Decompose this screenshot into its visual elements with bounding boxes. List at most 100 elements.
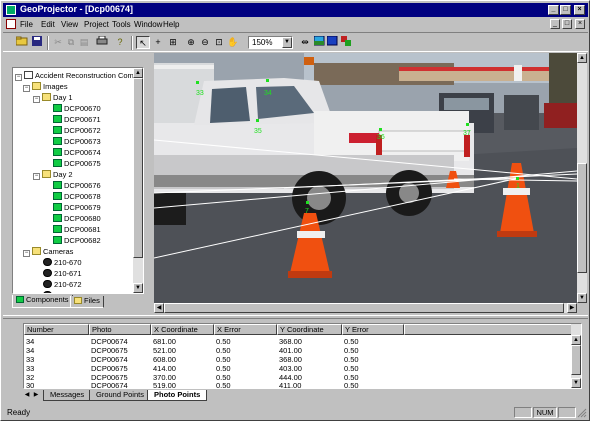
resize-grip-icon[interactable] — [577, 408, 587, 418]
zoom-select[interactable]: 150% ▼ — [248, 36, 293, 49]
tree-item-image[interactable]: DCP00671 — [53, 114, 101, 125]
crosshair-icon[interactable]: + — [151, 36, 165, 49]
tree-item-image[interactable]: DCP00676 — [53, 180, 101, 191]
tab-components[interactable]: Components — [12, 295, 73, 308]
scroll-down-icon[interactable]: ▼ — [577, 293, 587, 303]
tab-ground-points[interactable]: Ground Points — [89, 390, 151, 401]
minimize-button[interactable]: _ — [548, 5, 559, 15]
scroll-down-icon[interactable]: ▼ — [133, 283, 143, 293]
maximize-button[interactable]: □ — [560, 5, 571, 15]
column-header-photo[interactable]: Photo — [89, 324, 151, 335]
scroll-left-icon[interactable]: ◀ — [154, 303, 164, 313]
app-icon[interactable] — [6, 5, 16, 15]
menu-tools[interactable]: Tools — [112, 20, 131, 29]
tree-item-image[interactable]: DCP00678 — [53, 191, 101, 202]
tree-item-image[interactable]: DCP00672 — [53, 125, 101, 136]
scroll-thumb[interactable] — [133, 78, 143, 258]
tab-messages[interactable]: Messages — [43, 390, 92, 401]
collapse-icon[interactable]: − — [23, 250, 30, 257]
open-folder-icon[interactable] — [15, 36, 29, 49]
grid-icon[interactable]: ⊞ — [166, 36, 180, 49]
tree-item-image[interactable]: DCP00675 — [53, 158, 101, 169]
cut-icon[interactable]: ✂ — [51, 36, 65, 49]
tree-item-image[interactable]: DCP00679 — [53, 202, 101, 213]
table-row[interactable]: 33 DCP00674 608.00 0.50 368.00 0.50 — [24, 355, 570, 364]
doc-restore-button[interactable]: □ — [562, 19, 572, 29]
scroll-thumb[interactable] — [577, 163, 587, 273]
tab-photo-points[interactable]: Photo Points — [147, 390, 208, 401]
scroll-thumb[interactable] — [571, 345, 581, 375]
collapse-icon[interactable]: − — [23, 85, 30, 92]
image-window-icon[interactable] — [325, 35, 339, 49]
tab-files[interactable]: Files — [70, 296, 104, 308]
photo-horizontal-scrollbar[interactable]: ◀ ▶ — [154, 303, 577, 313]
menu-edit[interactable]: Edit — [41, 20, 55, 29]
tree-root[interactable]: − Accident Reconstruction Component — [15, 70, 143, 81]
scroll-right-icon[interactable]: ▶ — [567, 303, 577, 313]
tree-item-camera[interactable]: 210-672 — [43, 279, 82, 290]
photo-point-7-marker[interactable] — [306, 201, 309, 204]
tree-folder-day2[interactable]: − Day 2 — [33, 169, 73, 180]
menu-help[interactable]: Help — [163, 20, 179, 29]
scroll-thumb[interactable] — [164, 303, 564, 313]
pointer-icon[interactable]: ↖ — [136, 36, 150, 49]
tree-folder-day1[interactable]: − Day 1 — [33, 92, 73, 103]
close-button[interactable]: × — [574, 5, 585, 15]
accident-scene-photo[interactable]: 33 34 35 36 37 1 7 — [154, 53, 577, 303]
component-tree[interactable]: −Accident Reconstruction Component −Imag… — [12, 67, 144, 294]
photo-point-35-marker[interactable] — [256, 119, 259, 122]
scroll-up-icon[interactable]: ▲ — [577, 53, 587, 63]
paste-icon[interactable]: ▤ — [77, 36, 91, 49]
pane-splitter[interactable] — [3, 315, 588, 319]
doc-minimize-button[interactable]: _ — [550, 19, 560, 29]
zoom-in-icon[interactable]: ⊕ — [184, 36, 198, 49]
tree-item-image[interactable]: DCP00670 — [53, 103, 101, 114]
collapse-icon[interactable]: − — [33, 96, 40, 103]
menu-file[interactable]: File — [20, 20, 33, 29]
table-row[interactable]: 34 DCP00675 521.00 0.50 401.00 0.50 — [24, 346, 570, 355]
photo-viewer[interactable]: 33 34 35 36 37 1 7 — [154, 53, 577, 303]
menu-window[interactable]: Window — [134, 20, 162, 29]
table-row[interactable]: 30 DCP00674 519.00 0.50 411.00 0.50 — [24, 381, 570, 388]
photo-point-37-marker[interactable] — [466, 123, 469, 126]
scroll-down-icon[interactable]: ▼ — [571, 378, 581, 388]
photo-vertical-scrollbar[interactable]: ▲ ▼ — [577, 53, 587, 303]
copy-icon[interactable]: ⧉ — [64, 36, 78, 49]
tree-item-camera[interactable]: 210-673 — [43, 290, 82, 293]
pan-hand-icon[interactable]: ✋ — [226, 36, 240, 49]
column-header-x-coordinate[interactable]: X Coordinate — [151, 324, 214, 335]
document-icon[interactable] — [6, 19, 16, 29]
zoom-fit-icon[interactable]: ⊡ — [212, 36, 226, 49]
scroll-up-icon[interactable]: ▲ — [571, 335, 581, 345]
collapse-icon[interactable]: − — [33, 173, 40, 180]
table-scrollbar[interactable]: ▲ ▼ — [571, 324, 581, 388]
tree-item-image[interactable]: DCP00673 — [53, 136, 101, 147]
photo-point-1-marker[interactable] — [516, 177, 519, 180]
print-icon[interactable] — [95, 35, 109, 49]
column-header-y-error[interactable]: Y Error — [342, 324, 404, 335]
collapse-icon[interactable]: − — [15, 74, 22, 81]
tab-scroll-right-icon[interactable]: ▶ — [32, 391, 40, 400]
save-icon[interactable] — [30, 36, 44, 49]
tab-scroll-left-icon[interactable]: ◀ — [23, 391, 31, 400]
tree-item-image[interactable]: DCP00680 — [53, 213, 101, 224]
menu-view[interactable]: View — [61, 20, 78, 29]
transform-icon[interactable] — [339, 36, 353, 49]
photo-point-33-marker[interactable] — [196, 81, 199, 84]
scroll-up-icon[interactable]: ▲ — [133, 68, 143, 78]
help-icon[interactable]: ? — [113, 36, 127, 49]
column-header-x-error[interactable]: X Error — [214, 324, 277, 335]
tree-item-image[interactable]: DCP00681 — [53, 224, 101, 235]
zoom-out-icon[interactable]: ⊖ — [198, 36, 212, 49]
table-row[interactable]: 34 DCP00674 681.00 0.50 368.00 0.50 — [24, 337, 570, 346]
tree-item-camera[interactable]: 210-670 — [43, 257, 82, 268]
menu-project[interactable]: Project — [84, 20, 109, 29]
tree-item-image[interactable]: DCP00682 — [53, 235, 101, 246]
image-view-icon[interactable] — [312, 35, 326, 49]
doc-close-button[interactable]: × — [575, 19, 585, 29]
tree-item-image[interactable]: DCP00674 — [53, 147, 101, 158]
tree-scrollbar[interactable]: ▲ ▼ — [133, 68, 143, 293]
column-header-number[interactable]: Number — [24, 324, 89, 335]
tree-folder-cameras[interactable]: − Cameras — [23, 246, 73, 257]
move-points-icon[interactable]: ⇹ — [298, 36, 312, 49]
